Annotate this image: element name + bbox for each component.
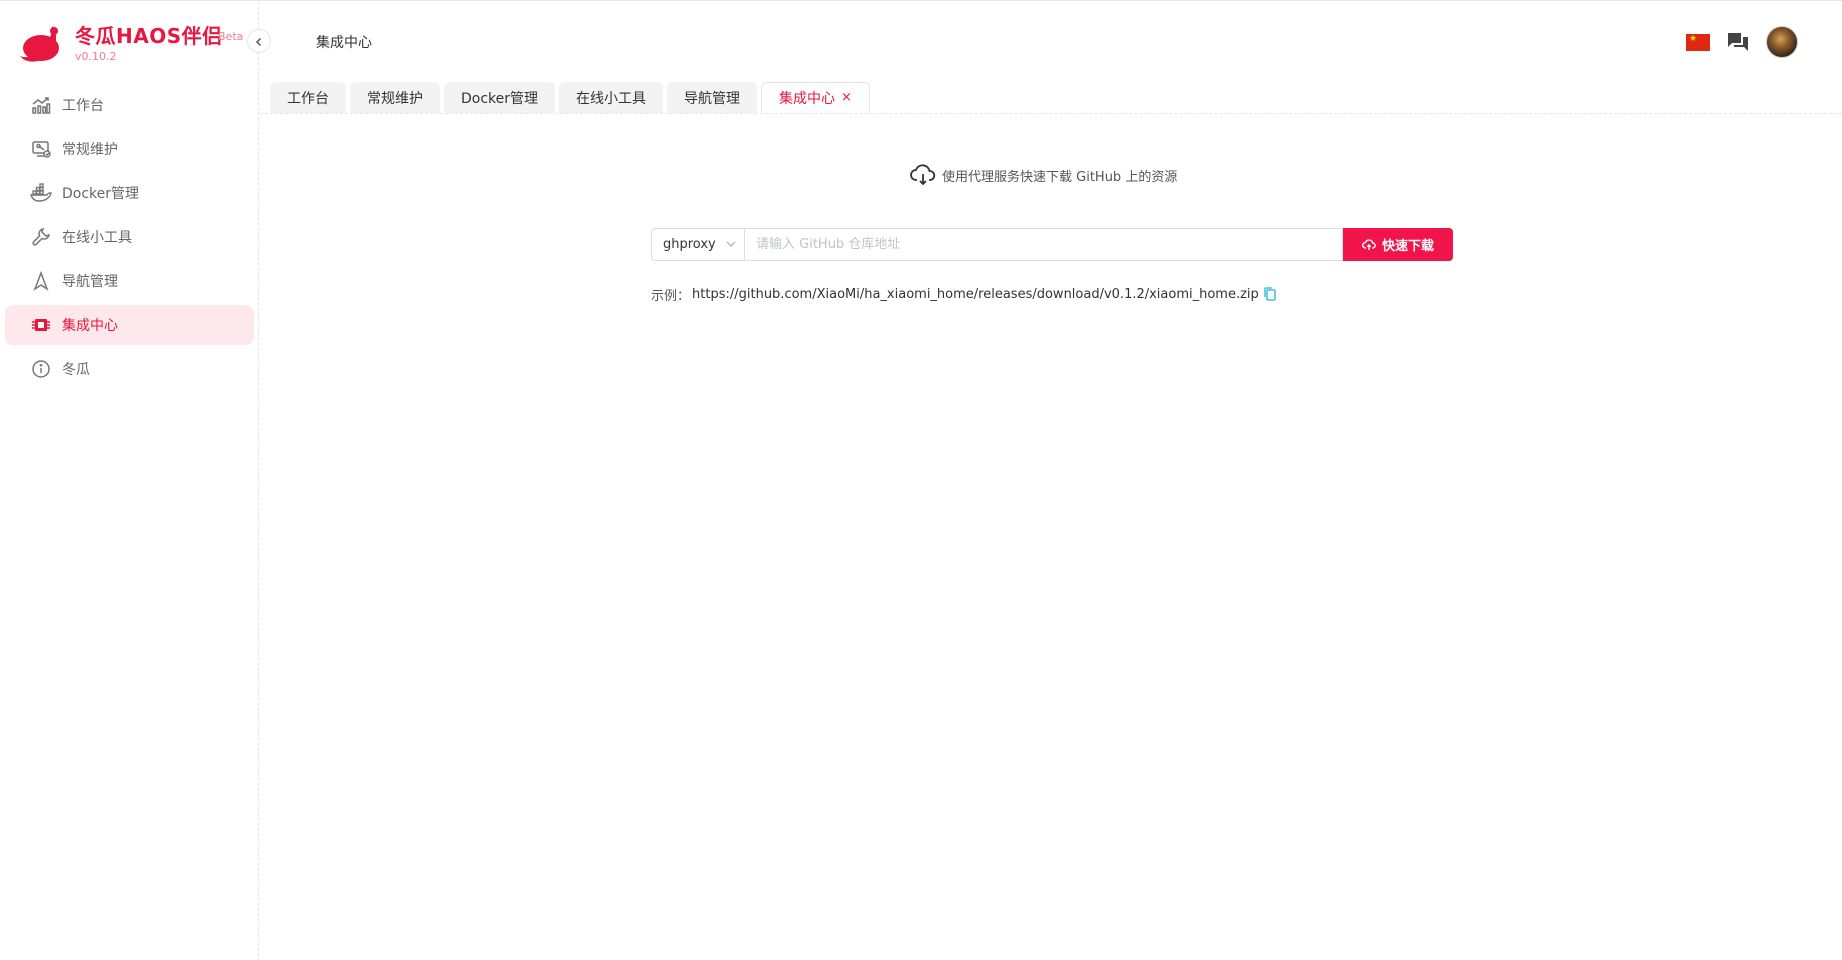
info-icon [29, 357, 53, 381]
sidebar-item-label: 导航管理 [62, 274, 118, 290]
tab-label: 常规维护 [367, 90, 423, 107]
cloud-upload-icon [1362, 238, 1376, 251]
sidebar-menu: 工作台 常规维护 Docker管理 在线小工具 导航管理 集成中心 冬瓜 [0, 85, 259, 393]
download-form: ghproxy 快速下载 [651, 228, 1453, 261]
brand-name: 冬瓜HAOS伴侣 [75, 24, 223, 48]
sidebar-item-maintenance[interactable]: 常规维护 [5, 129, 254, 169]
collapse-sidebar-button[interactable] [247, 29, 271, 53]
avatar[interactable] [1766, 26, 1798, 58]
china-flag-icon[interactable]: ★ [1686, 33, 1710, 51]
sidebar: 冬瓜HAOS伴侣 Beta v0.10.2 工作台 常规维护 Docker管理 … [0, 2, 259, 960]
chevron-left-icon [254, 32, 264, 51]
tab-label: Docker管理 [461, 90, 539, 107]
tab-maintenance[interactable]: 常规维护 [350, 82, 440, 113]
sidebar-item-docker[interactable]: Docker管理 [5, 173, 254, 213]
maintenance-icon [29, 137, 53, 161]
cloud-download-icon [910, 164, 936, 186]
chart-icon [29, 93, 53, 117]
navigation-icon [29, 269, 53, 293]
sidebar-item-about[interactable]: 冬瓜 [5, 349, 254, 389]
app-window: 冬瓜HAOS伴侣 Beta v0.10.2 工作台 常规维护 Docker管理 … [0, 0, 1842, 960]
sidebar-item-label: 常规维护 [62, 142, 118, 158]
close-icon[interactable]: × [841, 90, 852, 105]
sidebar-item-label: 集成中心 [62, 318, 118, 334]
tab-docker[interactable]: Docker管理 [444, 82, 556, 113]
brand: 冬瓜HAOS伴侣 Beta v0.10.2 [18, 18, 248, 68]
sidebar-item-label: Docker管理 [62, 186, 140, 202]
beta-badge: Beta [218, 30, 244, 43]
integration-icon [29, 313, 53, 337]
sidebar-item-label: 工作台 [62, 98, 104, 114]
version-label: v0.10.2 [75, 50, 117, 63]
wrench-icon [29, 225, 53, 249]
tab-integration[interactable]: 集成中心 × [761, 82, 870, 113]
header: 集成中心 ★ [260, 2, 1842, 80]
sidebar-item-integration[interactable]: 集成中心 [5, 305, 254, 345]
header-actions: ★ [1686, 24, 1798, 60]
sidebar-item-label: 冬瓜 [62, 362, 90, 378]
tab-dashboard[interactable]: 工作台 [270, 82, 346, 113]
tabs-divider [260, 113, 1842, 114]
tab-bar: 工作台 常规维护 Docker管理 在线小工具 导航管理 集成中心 × [270, 82, 874, 113]
copy-icon[interactable] [1264, 287, 1276, 301]
sidebar-item-tools[interactable]: 在线小工具 [5, 217, 254, 257]
tab-label: 集成中心 [779, 90, 836, 107]
section-title: 使用代理服务快速下载 GitHub 上的资源 [910, 163, 1177, 187]
tab-label: 工作台 [287, 90, 329, 107]
sidebar-item-dashboard[interactable]: 工作台 [5, 85, 254, 125]
section-title-text: 使用代理服务快速下载 GitHub 上的资源 [942, 169, 1178, 185]
proxy-select-value: ghproxy [663, 237, 716, 252]
proxy-select[interactable]: ghproxy [651, 228, 744, 261]
example-label: 示例： [651, 288, 691, 304]
tab-tools[interactable]: 在线小工具 [559, 82, 664, 113]
star-icon: ★ [1689, 33, 1698, 44]
github-url-input[interactable] [744, 228, 1343, 261]
docker-icon [29, 181, 53, 205]
tab-navigation[interactable]: 导航管理 [667, 82, 758, 113]
tab-label: 导航管理 [684, 90, 741, 107]
logo-icon [18, 22, 64, 66]
quick-download-button[interactable]: 快速下载 [1343, 228, 1453, 261]
breadcrumb: 集成中心 [316, 35, 372, 51]
tab-label: 在线小工具 [576, 90, 647, 107]
chat-icon[interactable] [1726, 30, 1750, 54]
example-row: 示例： https://github.com/XiaoMi/ha_xiaomi_… [651, 284, 1276, 304]
download-button-label: 快速下载 [1381, 239, 1434, 254]
chevron-down-icon [726, 239, 736, 250]
sidebar-item-navigation[interactable]: 导航管理 [5, 261, 254, 301]
sidebar-item-label: 在线小工具 [62, 230, 132, 246]
example-url[interactable]: https://github.com/XiaoMi/ha_xiaomi_home… [692, 287, 1259, 302]
